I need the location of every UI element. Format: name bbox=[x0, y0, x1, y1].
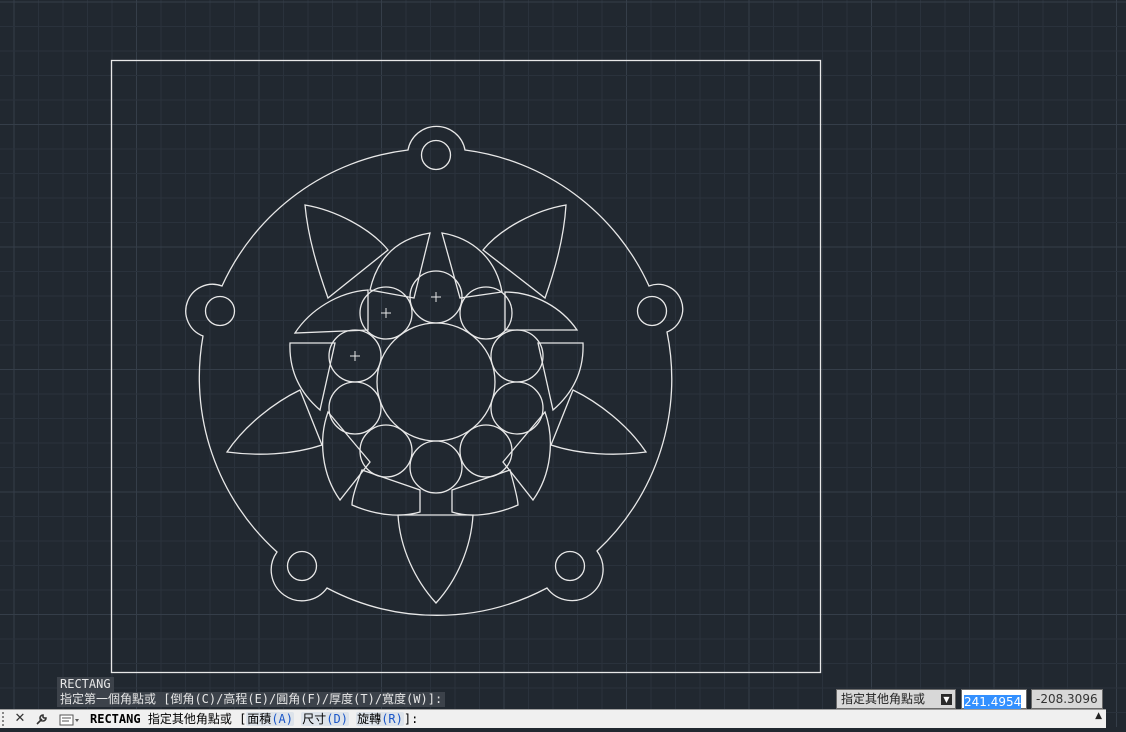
command-prompt[interactable]: RECTANG 指定其他角點或 [面積(A) 尺寸(D) 旋轉(R)]: bbox=[90, 710, 418, 728]
option-key: (R) bbox=[381, 712, 403, 726]
center-circle[interactable] bbox=[376, 322, 496, 442]
dynamic-y-value: -208.3096 bbox=[1036, 692, 1098, 706]
mount-hole-right[interactable] bbox=[636, 295, 668, 327]
outer-petal-top-left[interactable] bbox=[304, 204, 389, 300]
close-icon[interactable]: ✕ bbox=[11, 710, 29, 728]
outer-plate-outline[interactable] bbox=[185, 125, 684, 616]
small-circle-right-upper[interactable] bbox=[490, 329, 544, 383]
command-history-line: 指定第一個角點或 [倒角(C)/高程(E)/圓角(F)/厚度(T)/寬度(W)]… bbox=[57, 692, 446, 707]
dynamic-prompt-label: 指定其他角點或 bbox=[841, 692, 926, 706]
option-label: 尺寸 bbox=[302, 712, 327, 726]
dynamic-input-x[interactable]: 241.4954 bbox=[961, 689, 1027, 709]
small-circle-bottom-left[interactable] bbox=[359, 424, 413, 478]
inner-petal-mid-right[interactable] bbox=[537, 342, 584, 412]
command-line-bar[interactable]: ✕ RECTANG 指定其他角點或 [面積(A) 尺寸(D) 旋轉(R)]: ▲ bbox=[0, 709, 1106, 728]
command-history-line: RECTANG bbox=[57, 677, 114, 692]
outer-petal-top-right[interactable] bbox=[482, 204, 567, 300]
dynamic-input-y[interactable]: -208.3096 bbox=[1031, 689, 1103, 709]
command-icon[interactable] bbox=[59, 712, 79, 726]
option-area[interactable]: 面積(A) bbox=[246, 712, 294, 726]
drawing-canvas[interactable] bbox=[0, 0, 1126, 727]
inner-petal-lower-left[interactable] bbox=[322, 410, 371, 502]
inner-petal-mid-left[interactable] bbox=[289, 342, 336, 412]
center-marker-2 bbox=[381, 308, 391, 318]
dynamic-input-prompt[interactable]: 指定其他角點或 ▼ bbox=[836, 689, 956, 709]
center-marker-3 bbox=[350, 351, 360, 361]
dropdown-arrow-icon[interactable]: ▼ bbox=[941, 694, 952, 705]
option-dimensions[interactable]: 尺寸(D) bbox=[301, 712, 349, 726]
option-label: 面積 bbox=[247, 712, 272, 726]
mount-hole-top[interactable] bbox=[420, 139, 452, 171]
command-name: RECTANG bbox=[90, 712, 141, 726]
dynamic-x-value: 241.4954 bbox=[964, 695, 1022, 709]
inner-petal-upper-right[interactable] bbox=[504, 291, 579, 331]
small-circle-right-lower[interactable] bbox=[490, 381, 544, 435]
option-rotation[interactable]: 旋轉(R) bbox=[356, 712, 404, 726]
outer-petal-right[interactable] bbox=[550, 389, 648, 455]
small-circle-left-lower[interactable] bbox=[328, 381, 382, 435]
bracket-close: ]: bbox=[403, 712, 419, 726]
wrench-icon[interactable] bbox=[33, 710, 51, 728]
option-key: (A) bbox=[271, 712, 293, 726]
command-prompt-text: 指定其他角點或 bbox=[147, 712, 232, 726]
drag-grip-icon[interactable] bbox=[2, 712, 8, 726]
drawing-grid bbox=[0, 0, 1126, 727]
drawn-rectangle[interactable] bbox=[110, 59, 822, 674]
option-key: (D) bbox=[326, 712, 348, 726]
scroll-up-icon[interactable]: ▲ bbox=[1095, 711, 1102, 721]
center-marker-1 bbox=[431, 292, 441, 302]
inner-petal-lower-right[interactable] bbox=[502, 410, 551, 502]
option-label: 旋轉 bbox=[357, 712, 382, 726]
